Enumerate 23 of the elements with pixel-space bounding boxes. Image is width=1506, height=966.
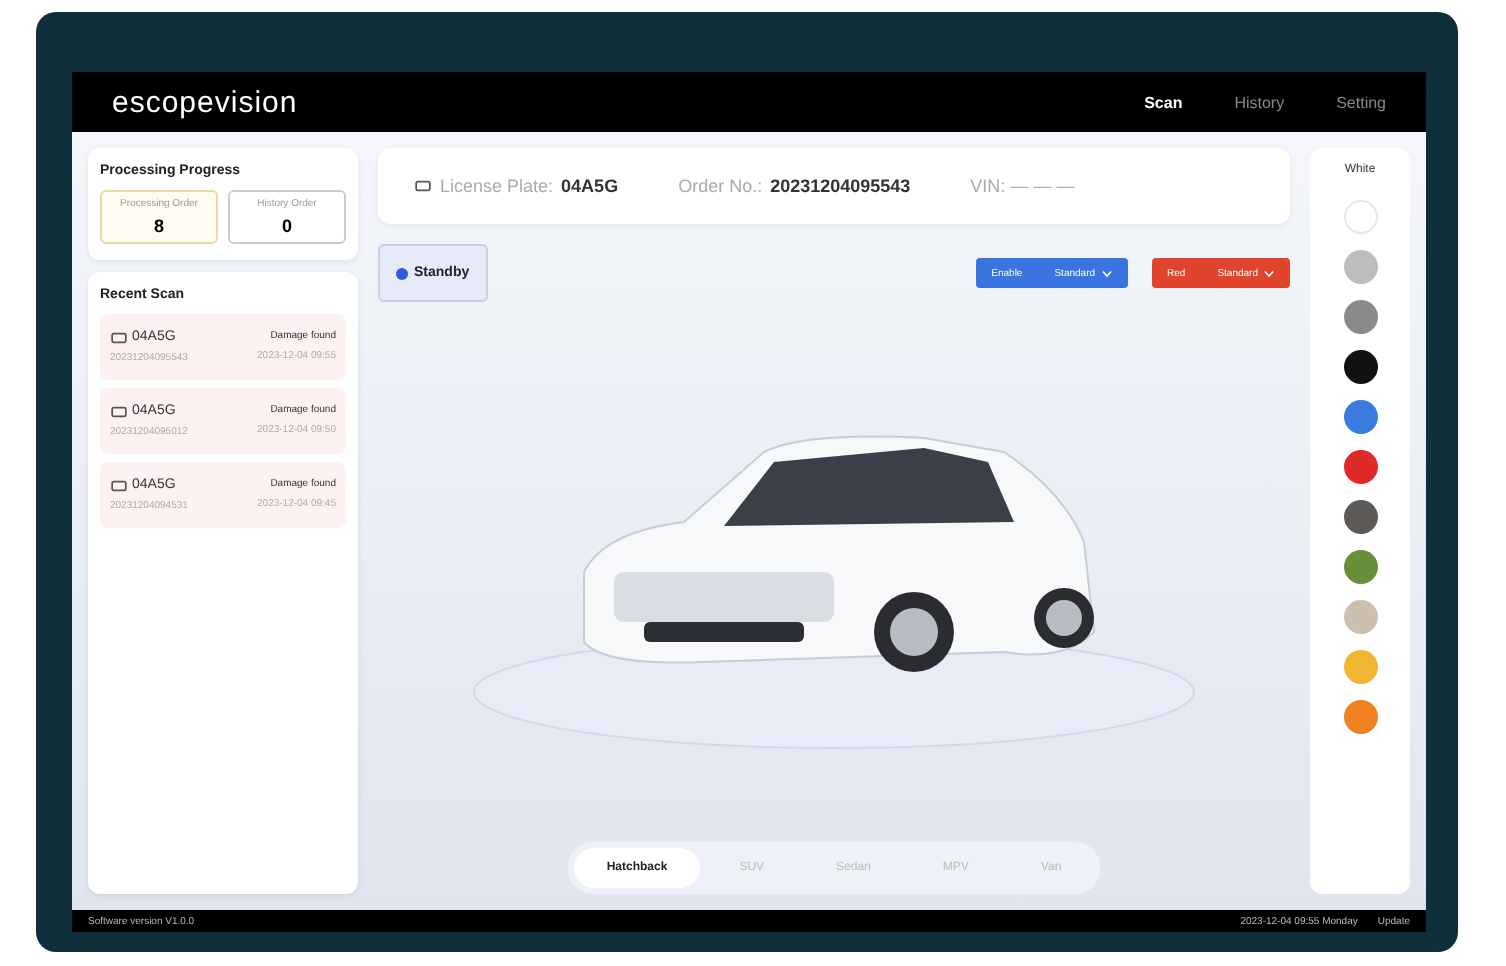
order-info: Order No.: 20231204095543 [678,176,911,196]
chevron-down-icon [1101,269,1112,277]
nav-link[interactable]: Scan [1144,93,1183,111]
plate-info: License Plate: 04A5G [414,176,619,196]
color-swatch[interactable] [1343,200,1377,234]
status-dot-icon [396,267,408,279]
color-swatch[interactable] [1343,400,1377,434]
color-swatch[interactable] [1343,700,1377,734]
color-swatch[interactable] [1343,450,1377,484]
color-swatch[interactable] [1343,350,1377,384]
logo: escopevision [112,85,300,119]
nav-link[interactable]: Setting [1336,93,1386,111]
color-swatch[interactable] [1343,300,1377,334]
color-swatch[interactable] [1343,650,1377,684]
vin-info: VIN: — — — [970,176,1075,196]
nav-link[interactable]: History [1234,93,1285,111]
color-swatch[interactable] [1343,250,1377,284]
chevron-down-icon [1264,269,1274,277]
color-swatch[interactable] [1343,600,1377,634]
counter-value: 8 [151,216,166,236]
color-swatch[interactable] [1343,500,1377,534]
color-swatch[interactable] [1343,550,1377,584]
counter-value: 0 [279,216,294,236]
